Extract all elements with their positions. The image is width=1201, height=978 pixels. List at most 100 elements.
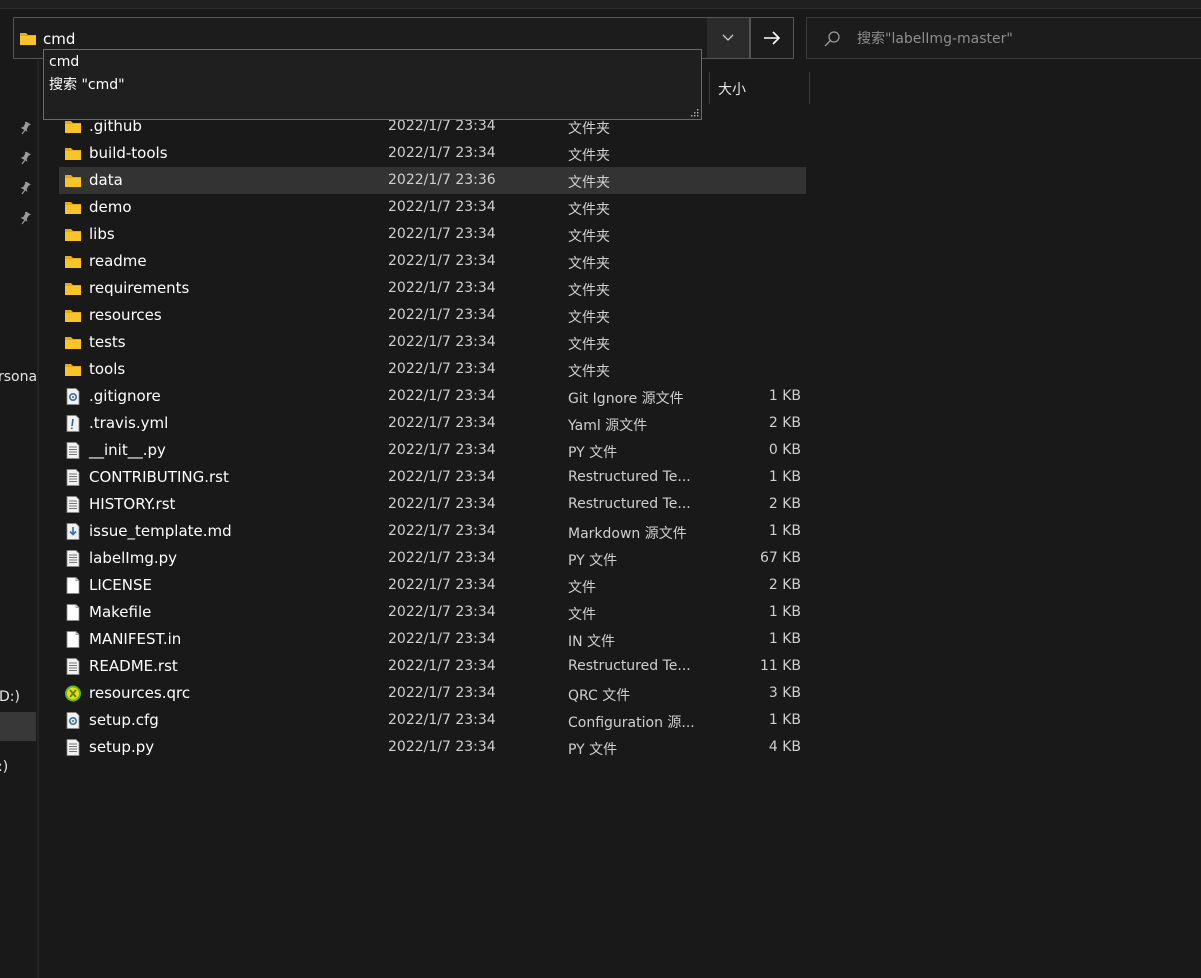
folder-icon xyxy=(64,307,82,324)
folder-icon xyxy=(64,172,82,189)
text-file-icon xyxy=(64,550,82,567)
column-header-size[interactable]: 大小 xyxy=(718,79,746,99)
file-date: 2022/1/7 23:34 xyxy=(388,604,496,620)
column-divider[interactable] xyxy=(709,72,710,104)
file-date: 2022/1/7 23:34 xyxy=(388,361,496,377)
nav-item-drive-d[interactable]: D:) xyxy=(0,689,20,705)
file-row[interactable]: resources 2022/1/7 23:34 文件夹 xyxy=(59,302,806,329)
file-row[interactable]: build-tools 2022/1/7 23:34 文件夹 xyxy=(59,140,806,167)
file-date: 2022/1/7 23:34 xyxy=(388,685,496,701)
file-date: 2022/1/7 23:34 xyxy=(388,253,496,269)
file-size: 1 KB xyxy=(768,631,801,647)
file-row[interactable]: README.rst 2022/1/7 23:34 Restructured Te.… xyxy=(59,653,806,680)
file-size: 2 KB xyxy=(768,577,801,593)
file-type: Configuration 源... xyxy=(568,715,695,731)
suggestion-item[interactable]: cmd xyxy=(49,51,79,73)
file-name: issue_template.md xyxy=(89,522,232,540)
file-row[interactable]: labelImg.py 2022/1/7 23:34 PY 文件 67 KB xyxy=(59,545,806,572)
file-row[interactable]: demo 2022/1/7 23:34 文件夹 xyxy=(59,194,806,221)
file-type: 文件夹 xyxy=(568,364,610,380)
text-file-icon xyxy=(64,496,82,513)
column-divider[interactable] xyxy=(809,72,810,104)
text-file-icon xyxy=(64,469,82,486)
file-row[interactable]: CONTRIBUTING.rst 2022/1/7 23:34 Restructur… xyxy=(59,464,806,491)
folder-icon xyxy=(64,334,82,351)
file-name: .gitignore xyxy=(89,387,161,405)
blank-file-icon xyxy=(64,577,82,594)
file-row[interactable]: LICENSE 2022/1/7 23:34 文件 2 KB xyxy=(59,572,806,599)
folder-icon xyxy=(64,253,82,270)
file-name: libs xyxy=(89,225,115,243)
qrc-file-icon xyxy=(64,685,82,702)
file-date: 2022/1/7 23:34 xyxy=(388,280,496,296)
file-type: 文件 xyxy=(568,607,596,623)
folder-icon xyxy=(64,118,82,135)
file-name: labelImg.py xyxy=(89,549,178,567)
file-name: build-tools xyxy=(89,144,168,162)
file-type: QRC 文件 xyxy=(568,688,631,704)
pin-icon[interactable] xyxy=(18,121,32,135)
file-size: 4 KB xyxy=(768,739,801,755)
suggestion-item[interactable]: 搜索 "cmd" xyxy=(49,74,125,96)
file-row[interactable]: libs 2022/1/7 23:34 文件夹 xyxy=(59,221,806,248)
file-date: 2022/1/7 23:34 xyxy=(388,226,496,242)
file-type: PY 文件 xyxy=(568,553,618,569)
folder-icon xyxy=(64,226,82,243)
file-date: 2022/1/7 23:34 xyxy=(388,631,496,647)
file-name: .travis.yml xyxy=(89,414,169,432)
file-row[interactable]: tests 2022/1/7 23:34 文件夹 xyxy=(59,329,806,356)
file-row[interactable]: setup.py 2022/1/7 23:34 PY 文件 4 KB xyxy=(59,734,806,761)
file-date: 2022/1/7 23:34 xyxy=(388,496,496,512)
arrow-right-icon xyxy=(764,31,781,45)
pin-icon[interactable] xyxy=(18,181,32,195)
file-type: Git Ignore 源文件 xyxy=(568,391,684,407)
file-size: 67 KB xyxy=(759,550,801,566)
file-date: 2022/1/7 23:34 xyxy=(388,577,496,593)
go-button[interactable] xyxy=(750,17,794,59)
folder-icon xyxy=(64,361,82,378)
pin-icon[interactable] xyxy=(18,211,32,225)
file-row[interactable]: Makefile 2022/1/7 23:34 文件 1 KB xyxy=(59,599,806,626)
file-row[interactable]: tools 2022/1/7 23:34 文件夹 xyxy=(59,356,806,383)
file-row[interactable]: requirements 2022/1/7 23:34 文件夹 xyxy=(59,275,806,302)
file-type: 文件夹 xyxy=(568,202,610,218)
nav-item-drive[interactable]: :) xyxy=(0,759,8,775)
file-row[interactable]: resources.qrc 2022/1/7 23:34 QRC 文件 3 KB xyxy=(59,680,806,707)
file-name: __init__.py xyxy=(89,441,166,459)
config-file-icon xyxy=(64,712,82,729)
file-row[interactable]: readme 2022/1/7 23:34 文件夹 xyxy=(59,248,806,275)
search-icon xyxy=(824,31,840,47)
file-size: 1 KB xyxy=(768,388,801,404)
nav-item-personal[interactable]: rsona xyxy=(0,369,37,385)
file-date: 2022/1/7 23:34 xyxy=(388,712,496,728)
folder-icon xyxy=(64,199,82,216)
file-row[interactable]: MANIFEST.in 2022/1/7 23:34 IN 文件 1 KB xyxy=(59,626,806,653)
file-row[interactable]: issue_template.md 2022/1/7 23:34 Markdown … xyxy=(59,518,806,545)
file-type: 文件夹 xyxy=(568,337,610,353)
file-type: Restructured Te... xyxy=(568,496,691,512)
pin-icon[interactable] xyxy=(18,151,32,165)
file-name: requirements xyxy=(89,279,190,297)
file-date: 2022/1/7 23:34 xyxy=(388,145,496,161)
file-type: PY 文件 xyxy=(568,445,618,461)
file-row[interactable]: __init__.py 2022/1/7 23:34 PY 文件 0 KB xyxy=(59,437,806,464)
pane-divider[interactable] xyxy=(37,60,39,978)
nav-item-selected[interactable] xyxy=(0,712,36,741)
file-name: HISTORY.rst xyxy=(89,495,176,513)
file-row[interactable]: .travis.yml 2022/1/7 23:34 Yaml 源文件 2 KB xyxy=(59,410,806,437)
file-row[interactable]: data 2022/1/7 23:36 文件夹 xyxy=(59,167,806,194)
file-row[interactable]: setup.cfg 2022/1/7 23:34 Configuration 源..… xyxy=(59,707,806,734)
file-type: 文件夹 xyxy=(568,148,610,164)
file-name: resources xyxy=(89,306,162,324)
search-box[interactable] xyxy=(806,17,1201,59)
folder-icon xyxy=(64,280,82,297)
file-type: Markdown 源文件 xyxy=(568,526,687,542)
file-date: 2022/1/7 23:34 xyxy=(388,523,496,539)
file-row[interactable]: .gitignore 2022/1/7 23:34 Git Ignore 源文件 1 … xyxy=(59,383,806,410)
file-name: tests xyxy=(89,333,126,351)
search-input[interactable] xyxy=(857,27,1187,51)
file-row[interactable]: HISTORY.rst 2022/1/7 23:34 Restructured Te… xyxy=(59,491,806,518)
file-name: Makefile xyxy=(89,603,152,621)
resize-grip-icon[interactable] xyxy=(689,107,699,117)
address-dropdown-button[interactable] xyxy=(707,17,750,59)
